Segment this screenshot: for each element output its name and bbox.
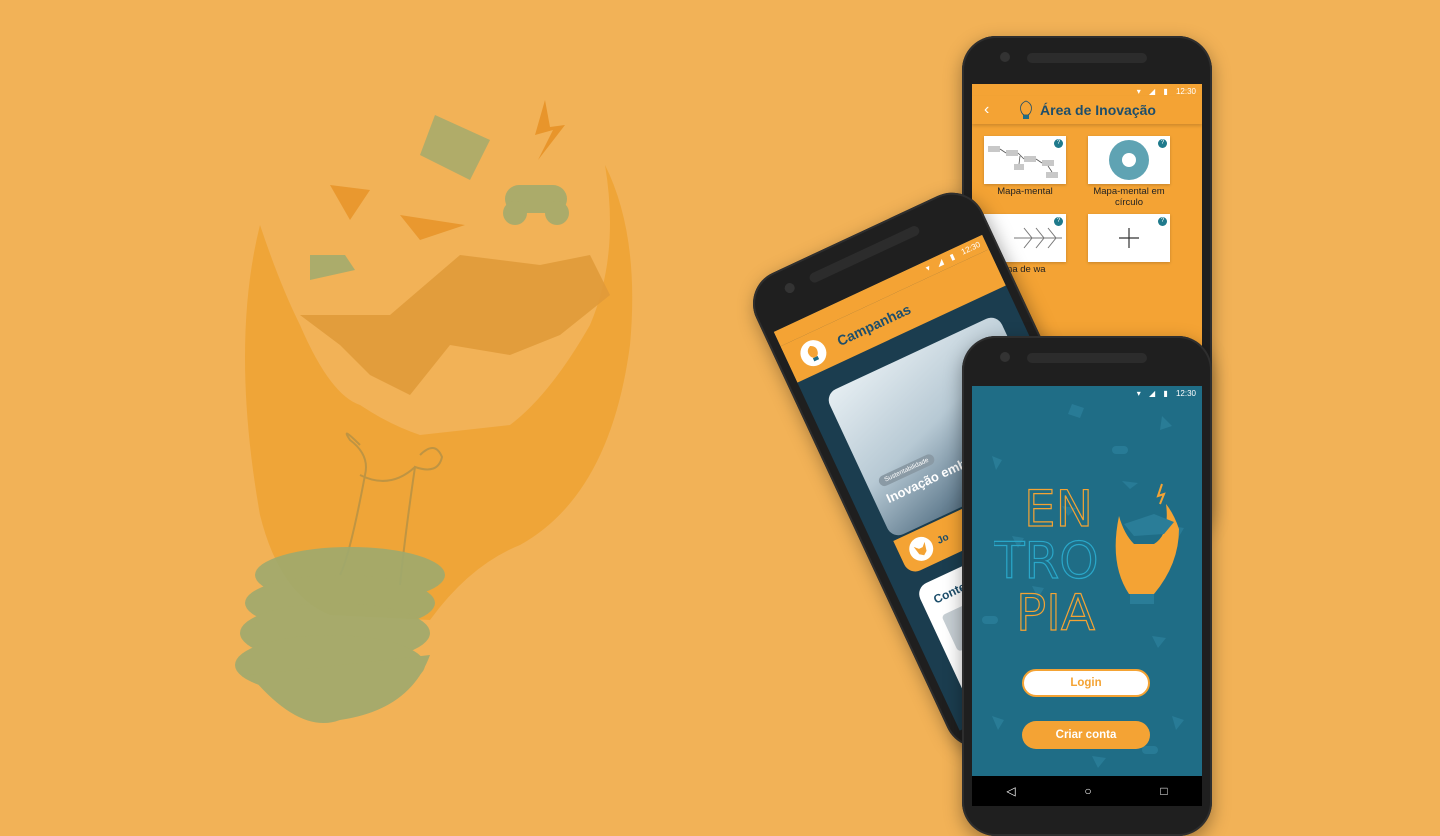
tool-card: ? [984, 136, 1066, 184]
help-icon[interactable]: ? [1158, 139, 1167, 148]
create-account-button[interactable]: Criar conta [1022, 721, 1150, 749]
status-time: 12:30 [1175, 389, 1196, 398]
battery-icon: ▮ [1163, 87, 1168, 96]
chevron-left-icon[interactable]: ‹ [984, 101, 989, 119]
avatar [905, 532, 938, 565]
help-icon[interactable]: ? [1054, 217, 1063, 226]
battery-icon: ▮ [1163, 389, 1168, 398]
wifi-icon: ▾ [924, 263, 932, 274]
status-bar: ▾ ◢ ▮ 12:30 [972, 386, 1202, 402]
app-bar: ‹ Área de Inovação [972, 96, 1202, 124]
front-camera [783, 281, 797, 295]
speaker-grill [1027, 353, 1147, 363]
android-nav-bar: ◁ ○ □ [972, 776, 1202, 806]
logo-line-1: EN [1024, 480, 1093, 538]
battery-icon: ▮ [948, 251, 957, 262]
nav-home-icon[interactable]: ○ [1084, 784, 1091, 798]
tool-circle-map[interactable]: ? Mapa-mental em círculo [1088, 136, 1170, 208]
signal-icon: ◢ [1148, 389, 1156, 398]
tool-card: ? [1088, 214, 1170, 262]
login-button[interactable]: Login [1022, 669, 1150, 697]
logo-line-3: PIA [1016, 584, 1095, 634]
lightbulb-illustration [235, 100, 633, 723]
bulb-logo-icon [1115, 483, 1179, 604]
bulb-logo-icon [1020, 100, 1032, 119]
nav-recents-icon[interactable]: □ [1160, 784, 1167, 798]
front-camera [1000, 352, 1010, 362]
tool-label: Mapa-mental em círculo [1093, 186, 1165, 208]
tool-add[interactable]: ? [1088, 214, 1170, 262]
bulb-logo-icon [796, 335, 831, 371]
entropia-logo: EN TRO PIA [992, 474, 1194, 643]
nav-back-icon[interactable]: ◁ [1006, 784, 1015, 798]
page-title: Área de Inovação [1040, 102, 1156, 118]
phone-login: ▾ ◢ ▮ 12:30 EN TRO PIA Login Criar conta… [962, 336, 1212, 836]
logo-line-2: TRO [994, 532, 1099, 590]
wifi-icon: ▾ [1136, 87, 1141, 96]
signal-icon: ◢ [1148, 87, 1156, 96]
front-camera [1000, 52, 1010, 62]
signal-icon: ◢ [935, 257, 945, 269]
help-icon[interactable]: ? [1054, 139, 1063, 148]
speaker-grill [1027, 53, 1147, 63]
status-time: 12:30 [1175, 87, 1196, 96]
help-icon[interactable]: ? [1158, 217, 1167, 226]
wifi-icon: ▾ [1136, 389, 1141, 398]
fox-avatar-icon [913, 541, 927, 556]
tool-mind-map[interactable]: ? Mapa-mental [984, 136, 1066, 197]
login-screen: ▾ ◢ ▮ 12:30 EN TRO PIA Login Criar conta [972, 386, 1202, 776]
tool-card: ? [1088, 136, 1170, 184]
tool-label: Mapa-mental [997, 186, 1053, 197]
author-name: Jo [935, 531, 951, 547]
